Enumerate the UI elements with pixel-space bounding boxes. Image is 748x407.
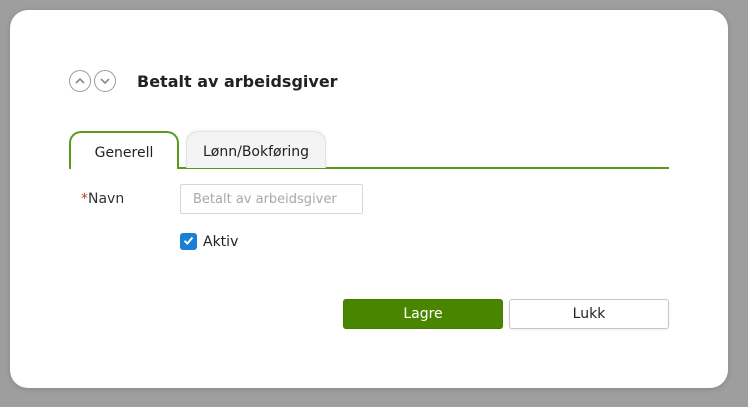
active-checkbox-row: Aktiv <box>180 233 238 250</box>
active-label: Aktiv <box>203 233 239 250</box>
active-checkbox[interactable] <box>180 233 197 250</box>
checkmark-icon <box>182 232 195 251</box>
chevron-up-icon <box>74 72 86 91</box>
dialog-title: Betalt av arbeidsgiver <box>137 72 338 91</box>
next-record-button[interactable] <box>94 70 116 92</box>
dialog: Betalt av arbeidsgiver Generell Lønn/Bok… <box>10 10 728 388</box>
tab-bar: Generell Lønn/Bokføring <box>69 131 669 169</box>
tab-lonn-bokforing[interactable]: Lønn/Bokføring <box>186 131 326 168</box>
name-field-label: *Navn <box>81 190 124 208</box>
previous-record-button[interactable] <box>69 70 91 92</box>
tab-generell[interactable]: Generell <box>69 131 179 169</box>
record-navigation <box>69 70 116 92</box>
close-button[interactable]: Lukk <box>509 299 669 329</box>
chevron-down-icon <box>99 72 111 91</box>
save-button[interactable]: Lagre <box>343 299 503 329</box>
name-label-text: Navn <box>88 191 125 207</box>
name-input[interactable] <box>180 184 363 214</box>
required-marker: * <box>81 191 88 207</box>
